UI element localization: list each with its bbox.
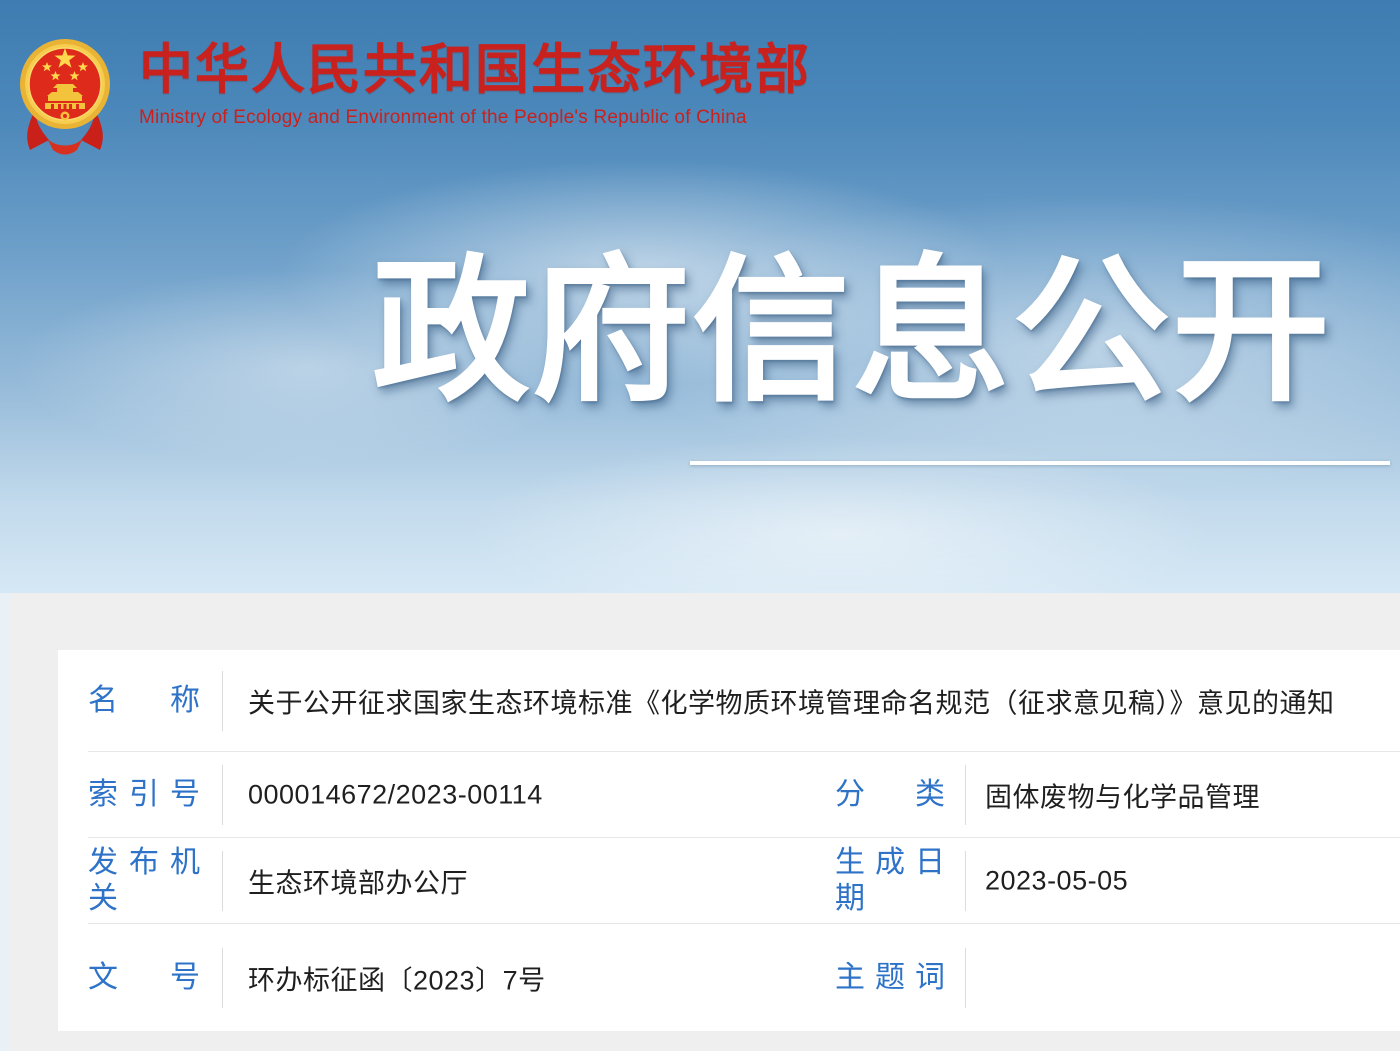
info-row-docno-keywords: 文号 环办标征函〔2023〕7号 主题词 xyxy=(58,924,1400,1031)
site-name-en: Ministry of Ecology and Environment of t… xyxy=(139,107,811,129)
header-brand[interactable]: 中华人民共和国生态环境部 Ministry of Ecology and Env… xyxy=(17,26,811,162)
field-value-docno: 环办标征函〔2023〕7号 xyxy=(248,958,546,997)
field-value-name: 关于公开征求国家生态环境标准《化学物质环境管理命名规范（征求意见稿）》意见的通知 xyxy=(248,682,1335,721)
field-label-keywords: 主题词 xyxy=(835,960,945,996)
divider-keywords xyxy=(965,948,966,1008)
info-panel: 名称 关于公开征求国家生态环境标准《化学物质环境管理命名规范（征求意见稿）》意见… xyxy=(58,650,1400,1031)
divider-category xyxy=(965,765,966,825)
content-wrapper: 名称 关于公开征求国家生态环境标准《化学物质环境管理命名规范（征求意见稿）》意见… xyxy=(10,593,1400,1051)
field-value-category: 固体废物与化学品管理 xyxy=(985,776,1260,815)
field-label-docno: 文号 xyxy=(88,960,200,996)
divider-date xyxy=(965,851,966,911)
national-emblem-icon xyxy=(17,26,113,162)
divider-index xyxy=(222,765,223,825)
field-label-category: 分类 xyxy=(835,777,945,813)
info-row-issuer-date: 发布机关 生态环境部办公厅 生成日期 2023-05-05 xyxy=(58,838,1400,924)
info-row-index-category: 索引号 000014672/2023-00114 分类 固体废物与化学品管理 xyxy=(58,752,1400,838)
divider-docno xyxy=(222,948,223,1008)
field-value-issuer: 生态环境部办公厅 xyxy=(248,862,468,901)
divider-name xyxy=(222,671,223,731)
banner-underline xyxy=(690,461,1390,465)
field-label-index: 索引号 xyxy=(88,777,200,813)
field-value-date: 2023-05-05 xyxy=(985,866,1128,897)
field-label-date: 生成日期 xyxy=(835,845,945,917)
brand-text: 中华人民共和国生态环境部 Ministry of Ecology and Env… xyxy=(139,26,811,129)
field-label-name: 名称 xyxy=(88,683,200,719)
banner-title: 政府信息公开 xyxy=(372,246,1332,420)
site-name-zh: 中华人民共和国生态环境部 xyxy=(139,42,811,99)
info-row-name: 名称 关于公开征求国家生态环境标准《化学物质环境管理命名规范（征求意见稿）》意见… xyxy=(58,650,1400,752)
field-value-index: 000014672/2023-00114 xyxy=(248,780,543,811)
divider-issuer xyxy=(222,851,223,911)
field-label-issuer: 发布机关 xyxy=(88,845,200,917)
